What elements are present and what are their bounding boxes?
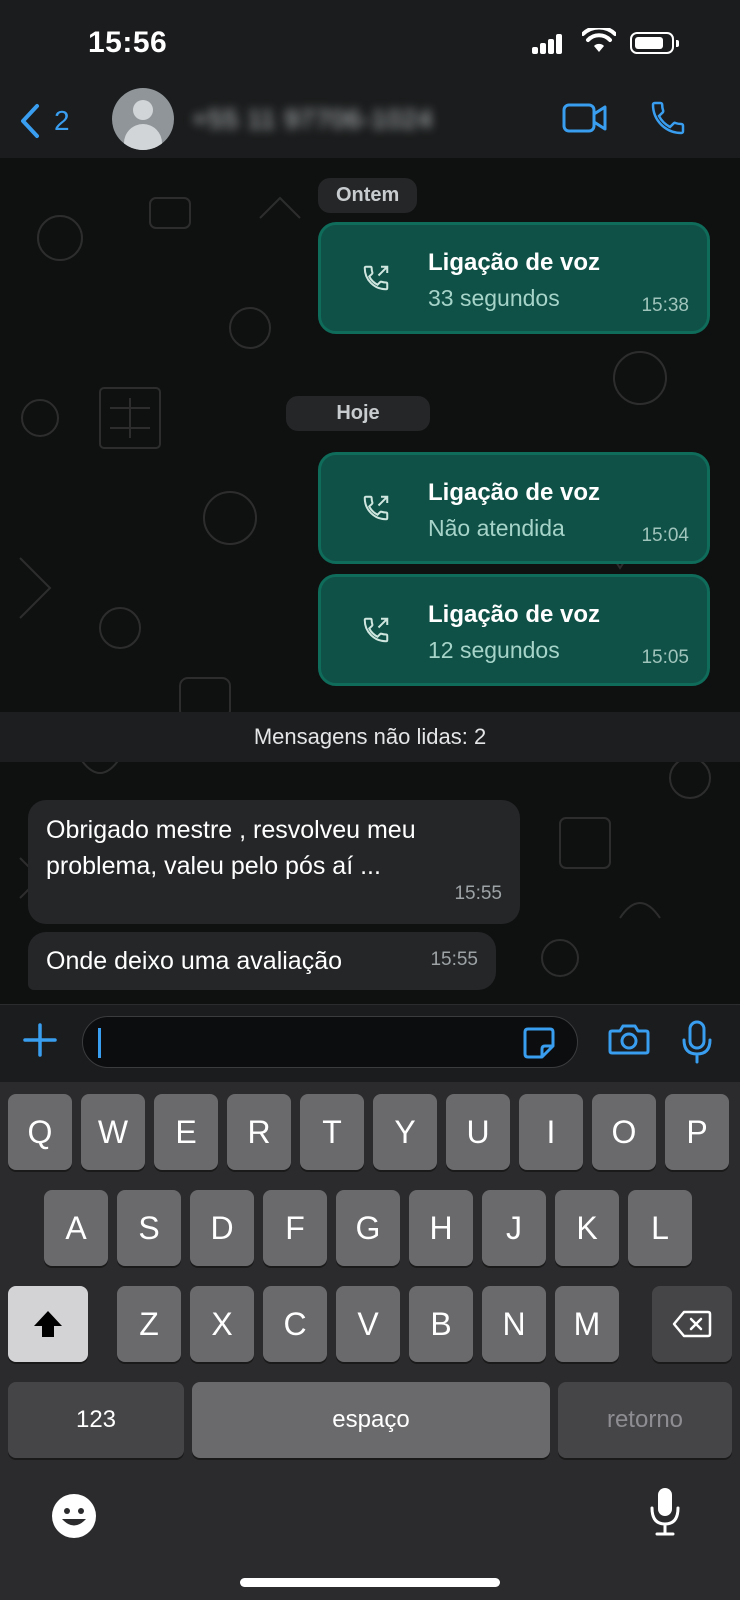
call-detail: 33 segundos: [428, 285, 560, 311]
voice-call-icon[interactable]: [648, 98, 688, 138]
key-s[interactable]: S: [117, 1190, 181, 1266]
message-text-line: Onde deixo uma avaliação: [46, 947, 343, 975]
numbers-key[interactable]: 123: [8, 1382, 184, 1458]
call-title: Ligação de voz: [428, 601, 601, 628]
key-a[interactable]: A: [44, 1190, 108, 1266]
contact-name[interactable]: +55 11 97706-1024: [192, 104, 433, 135]
key-o[interactable]: O: [592, 1094, 656, 1170]
backspace-key[interactable]: [652, 1286, 732, 1362]
key-k[interactable]: K: [555, 1190, 619, 1266]
emoji-icon[interactable]: [50, 1492, 98, 1540]
key-y[interactable]: Y: [373, 1094, 437, 1170]
key-d[interactable]: D: [190, 1190, 254, 1266]
shift-key[interactable]: [8, 1286, 88, 1362]
call-detail: 12 segundos: [428, 637, 560, 663]
outgoing-call-icon: [363, 617, 389, 643]
key-l[interactable]: L: [628, 1190, 692, 1266]
home-indicator[interactable]: [240, 1578, 500, 1587]
call-bubble[interactable]: Ligação de voz Não atendida 15:04: [318, 452, 710, 564]
message-input[interactable]: [82, 1016, 578, 1068]
key-h[interactable]: H: [409, 1190, 473, 1266]
call-time: 15:04: [641, 525, 689, 546]
unread-messages-separator: Mensagens não lidas: 2: [0, 712, 740, 762]
text-cursor: [98, 1028, 101, 1058]
space-key[interactable]: espaço: [192, 1382, 550, 1458]
contact-avatar[interactable]: [112, 88, 174, 150]
dictation-microphone-icon[interactable]: [648, 1486, 682, 1538]
call-time: 15:38: [641, 295, 689, 316]
back-button[interactable]: 2: [20, 96, 90, 146]
chevron-left-icon: [21, 104, 39, 138]
key-j[interactable]: J: [482, 1190, 546, 1266]
message-text-line: problema, valeu pelo pós aí ...: [46, 852, 381, 880]
call-bubble[interactable]: Ligação de voz 33 segundos 15:38: [318, 222, 710, 334]
message-time: 15:55: [454, 883, 502, 904]
call-time: 15:05: [641, 647, 689, 668]
call-detail: Não atendida: [428, 515, 565, 541]
return-key[interactable]: retorno: [558, 1382, 732, 1458]
key-b[interactable]: B: [409, 1286, 473, 1362]
key-i[interactable]: I: [519, 1094, 583, 1170]
call-title: Ligação de voz: [428, 479, 601, 506]
incoming-message[interactable]: Obrigado mestre , resvolveu meu problema…: [28, 800, 520, 924]
outgoing-call-icon: [363, 265, 389, 291]
call-bubble[interactable]: Ligação de voz 12 segundos 15:05: [318, 574, 710, 686]
key-m[interactable]: M: [555, 1286, 619, 1362]
sticker-icon[interactable]: [522, 1026, 556, 1060]
key-q[interactable]: Q: [8, 1094, 72, 1170]
keyboard: Q W E R T Y U I O P A S D F G H J K L Z …: [0, 1082, 740, 1600]
key-z[interactable]: Z: [117, 1286, 181, 1362]
key-r[interactable]: R: [227, 1094, 291, 1170]
key-g[interactable]: G: [336, 1190, 400, 1266]
key-p[interactable]: P: [665, 1094, 729, 1170]
key-t[interactable]: T: [300, 1094, 364, 1170]
status-time: 15:56: [88, 26, 168, 59]
shift-arrow-icon: [34, 1311, 62, 1337]
outgoing-call-icon: [363, 495, 389, 521]
camera-icon[interactable]: [608, 1022, 650, 1056]
key-n[interactable]: N: [482, 1286, 546, 1362]
message-text-line: Obrigado mestre , resvolveu meu: [46, 816, 416, 844]
key-c[interactable]: C: [263, 1286, 327, 1362]
unread-chats-count: 2: [54, 105, 70, 136]
backspace-icon: [672, 1310, 712, 1338]
key-v[interactable]: V: [336, 1286, 400, 1362]
date-separator-today: Hoje: [286, 396, 430, 431]
wifi-icon: [582, 28, 616, 52]
date-separator-yesterday: Ontem: [318, 178, 418, 213]
key-e[interactable]: E: [154, 1094, 218, 1170]
key-f[interactable]: F: [263, 1190, 327, 1266]
chat-area[interactable]: Ontem Ligação de voz 33 segundos 15:38 H…: [0, 158, 740, 1004]
key-u[interactable]: U: [446, 1094, 510, 1170]
key-w[interactable]: W: [81, 1094, 145, 1170]
incoming-message[interactable]: Onde deixo uma avaliação 15:55: [28, 932, 496, 990]
cellular-signal-icon: [532, 34, 562, 54]
microphone-icon[interactable]: [680, 1020, 714, 1064]
call-title: Ligação de voz: [428, 249, 601, 276]
plus-icon[interactable]: [22, 1022, 58, 1058]
key-x[interactable]: X: [190, 1286, 254, 1362]
video-call-icon[interactable]: [562, 102, 608, 134]
message-time: 15:55: [430, 949, 478, 970]
battery-icon: [630, 32, 679, 54]
